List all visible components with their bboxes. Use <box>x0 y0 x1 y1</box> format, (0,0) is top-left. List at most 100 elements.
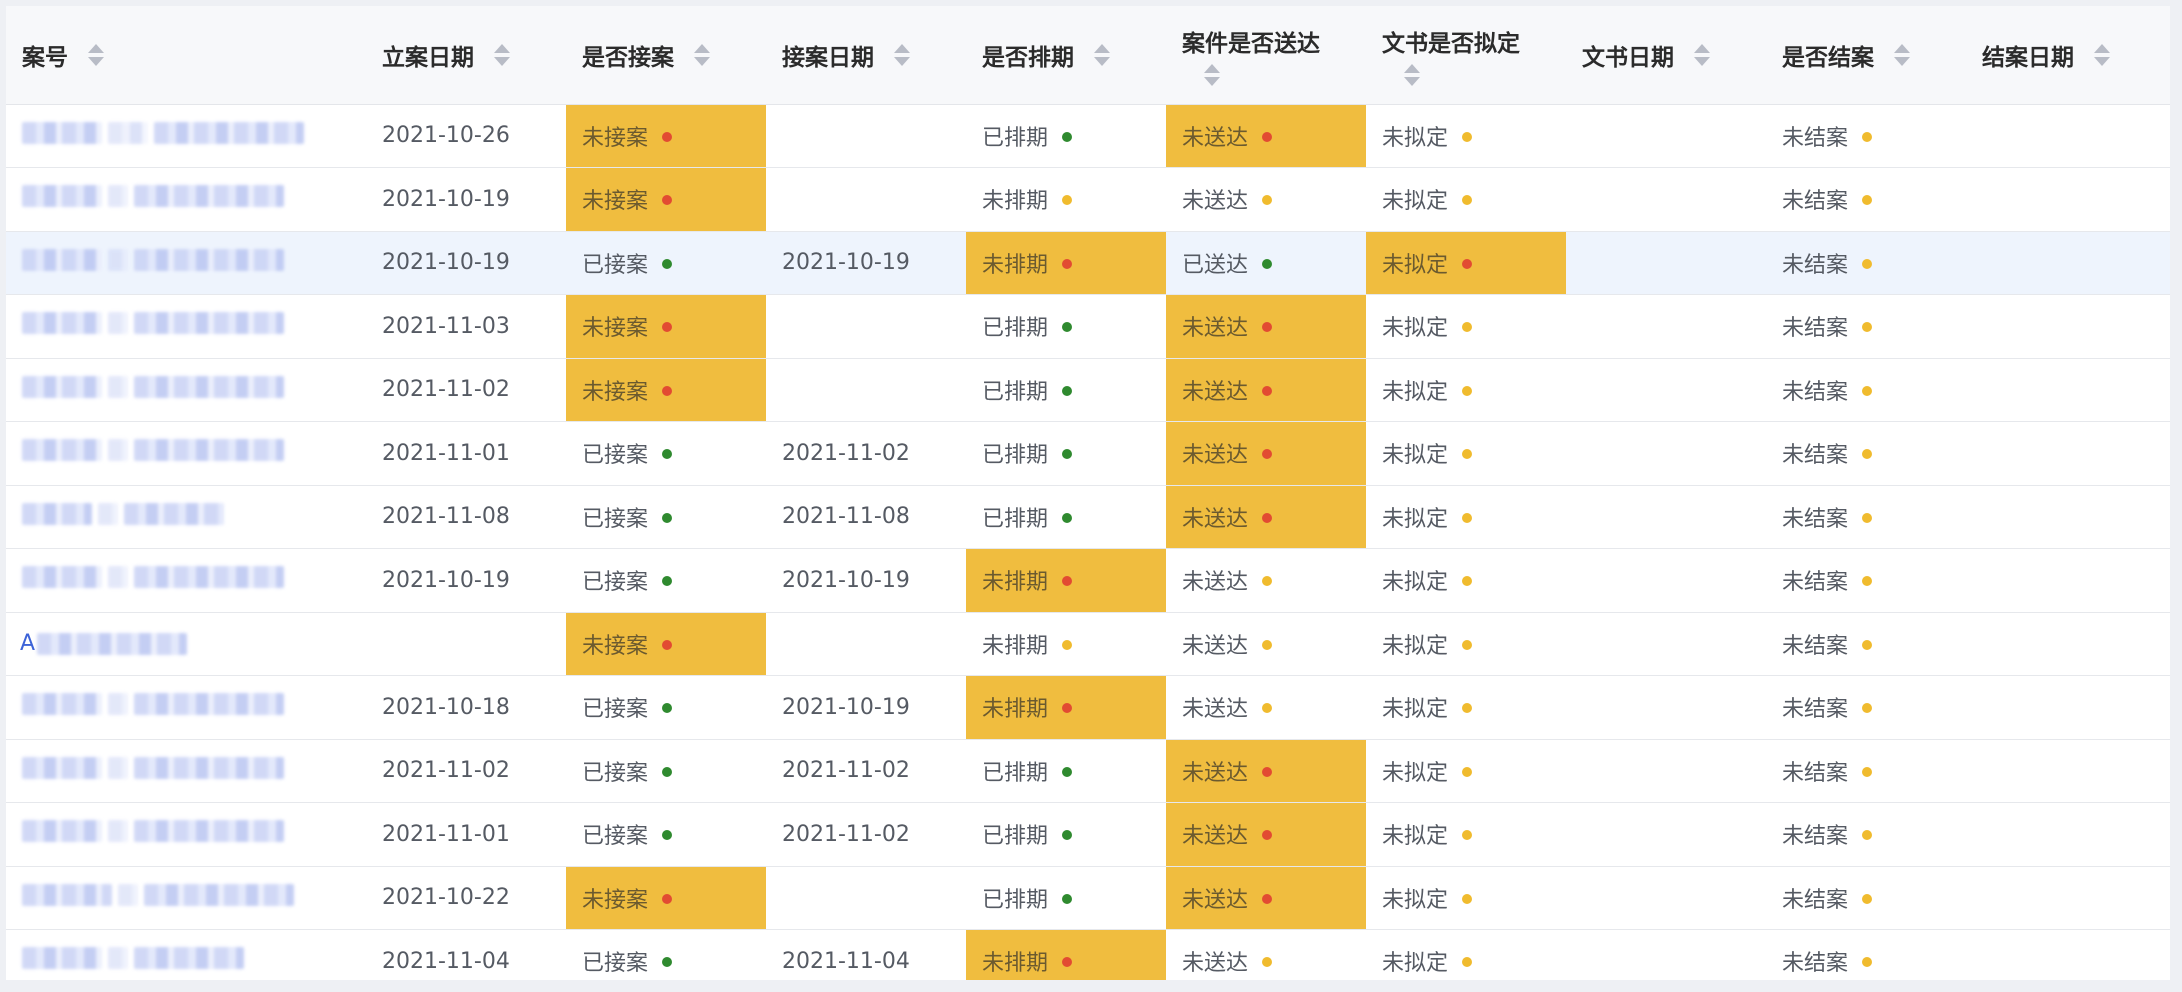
header-accept-date[interactable]: 接案日期 <box>766 6 966 105</box>
case-table: 案号 立案日期 是否接案 接案日期 是否排期 案件是否送达 文书是否拟定 文书日… <box>6 6 2170 980</box>
table-row[interactable]: 2021-11-04 已接案 2021-11-04 未排期 未送达 未拟定 未结案 <box>6 929 2170 980</box>
status-dot-icon <box>1062 385 1073 396</box>
scheduled-cell-text: 已排期 <box>982 887 1049 913</box>
table-row[interactable]: 2021-11-03 未接案 已排期 未送达 未拟定 未结案 <box>6 294 2170 359</box>
header-doc-date[interactable]: 文书日期 <box>1566 6 1766 105</box>
table-row[interactable]: 2021-10-26 未接案 已排期 未送达 未拟定 未结案 <box>6 104 2170 168</box>
drafted-cell: 未拟定 <box>1366 929 1566 980</box>
status-dot-icon <box>1262 195 1273 206</box>
case-no-cell[interactable] <box>6 167 366 232</box>
status-dot-icon <box>662 703 673 714</box>
table-row[interactable]: 2021-11-02 已接案 2021-11-02 已排期 未送达 未拟定 未结案 <box>6 739 2170 803</box>
table-row[interactable]: 2021-10-18 已接案 2021-10-19 未排期 未送达 未拟定 未结案 <box>6 675 2170 740</box>
table-row[interactable]: 2021-11-01 已接案 2021-11-02 已排期 未送达 未拟定 未结案 <box>6 421 2170 486</box>
filing-date-cell: 2021-11-03 <box>366 294 566 359</box>
case-no-cell[interactable]: A <box>6 612 366 676</box>
redacted-case-no[interactable] <box>22 121 304 144</box>
status-dot-icon <box>662 766 673 777</box>
status-dot-icon <box>1062 512 1073 523</box>
doc-date-cell <box>1566 421 1766 486</box>
header-closed[interactable]: 是否结案 <box>1766 6 1966 105</box>
table-row[interactable]: 2021-11-01 已接案 2021-11-02 已排期 未送达 未拟定 未结案 <box>6 802 2170 867</box>
accept-date-cell-text: 2021-10-19 <box>782 250 910 276</box>
closed-cell-text: 未结案 <box>1782 379 1849 405</box>
table-row[interactable]: 2021-11-02 未接案 已排期 未送达 未拟定 未结案 <box>6 358 2170 422</box>
table-row[interactable]: 2021-10-19 已接案 2021-10-19 未排期 未送达 未拟定 未结案 <box>6 548 2170 613</box>
delivered-cell: 未送达 <box>1166 485 1366 549</box>
header-case-no[interactable]: 案号 <box>6 6 366 105</box>
scheduled-cell-text: 未排期 <box>982 570 1049 596</box>
header-close-date[interactable]: 结案日期 <box>1966 6 2170 105</box>
case-no-cell[interactable] <box>6 866 366 930</box>
case-no-cell[interactable] <box>6 929 366 980</box>
redacted-case-no[interactable] <box>22 312 284 335</box>
case-no-cell[interactable] <box>6 231 366 295</box>
sort-icon[interactable] <box>694 43 710 66</box>
case-no-cell[interactable] <box>6 294 366 359</box>
status-dot-icon <box>662 893 673 904</box>
case-no-cell[interactable] <box>6 675 366 740</box>
header-scheduled[interactable]: 是否排期 <box>966 6 1166 105</box>
table-row[interactable]: 2021-10-19 未接案 未排期 未送达 未拟定 未结案 <box>6 167 2170 232</box>
header-filing-date[interactable]: 立案日期 <box>366 6 566 105</box>
accepted-cell-text: 已接案 <box>582 443 649 469</box>
sort-icon[interactable] <box>494 43 510 66</box>
drafted-cell-text: 未拟定 <box>1382 697 1449 723</box>
sort-icon[interactable] <box>88 43 104 66</box>
drafted-cell-text: 未拟定 <box>1382 189 1449 215</box>
filing-date-cell: 2021-11-02 <box>366 739 566 803</box>
case-no-link[interactable]: A <box>20 631 35 656</box>
redacted-case-no[interactable] <box>22 947 244 970</box>
case-no-cell[interactable] <box>6 485 366 549</box>
redacted-case-no[interactable] <box>22 693 284 716</box>
status-dot-icon <box>1462 830 1473 841</box>
redacted-case-no[interactable] <box>22 756 284 779</box>
filing-date-cell-text: 2021-10-19 <box>382 567 510 593</box>
status-dot-icon <box>662 957 673 968</box>
delivered-cell-text: 未送达 <box>1182 570 1249 596</box>
redacted-case-no[interactable] <box>22 375 284 398</box>
status-dot-icon <box>1462 258 1473 269</box>
closed-cell-text: 未结案 <box>1782 125 1849 151</box>
header-drafted[interactable]: 文书是否拟定 <box>1366 6 1566 105</box>
redacted-case-no[interactable] <box>22 502 224 525</box>
sort-icon[interactable] <box>2094 43 2110 66</box>
accept-date-cell: 2021-10-19 <box>766 231 966 295</box>
case-no-cell[interactable] <box>6 358 366 422</box>
scheduled-cell: 已排期 <box>966 294 1166 359</box>
accepted-cell-text: 已接案 <box>582 252 649 278</box>
accepted-cell: 已接案 <box>566 548 766 613</box>
sort-icon[interactable] <box>1694 43 1710 66</box>
case-no-cell[interactable] <box>6 104 366 168</box>
drafted-cell-text: 未拟定 <box>1382 824 1449 850</box>
redacted-case-no[interactable] <box>22 185 284 208</box>
close-date-cell <box>1966 485 2170 549</box>
header-accepted[interactable]: 是否接案 <box>566 6 766 105</box>
drafted-cell: 未拟定 <box>1366 866 1566 930</box>
sort-icon[interactable] <box>1094 43 1110 66</box>
accept-date-cell: 2021-11-02 <box>766 802 966 867</box>
case-no-cell[interactable] <box>6 739 366 803</box>
redacted-case-no[interactable] <box>22 820 284 843</box>
sort-icon[interactable] <box>1204 63 1220 86</box>
case-no-cell[interactable] <box>6 421 366 486</box>
accepted-cell: 未接案 <box>566 294 766 359</box>
case-no-cell[interactable] <box>6 548 366 613</box>
accept-date-cell <box>766 866 966 930</box>
sort-icon[interactable] <box>1404 63 1420 86</box>
table-row[interactable]: 2021-10-22 未接案 已排期 未送达 未拟定 未结案 <box>6 866 2170 930</box>
redacted-case-no[interactable] <box>22 439 284 462</box>
case-no-cell[interactable] <box>6 802 366 867</box>
table-row[interactable]: 2021-11-08 已接案 2021-11-08 已排期 未送达 未拟定 未结案 <box>6 485 2170 549</box>
accepted-cell: 未接案 <box>566 358 766 422</box>
redacted-case-no[interactable] <box>22 566 284 589</box>
status-dot-icon <box>1462 449 1473 460</box>
sort-icon[interactable] <box>894 43 910 66</box>
redacted-case-no[interactable] <box>22 248 284 271</box>
table-row[interactable]: 2021-10-19 已接案 2021-10-19 未排期 已送达 未拟定 未结案 <box>6 231 2170 295</box>
table-row[interactable]: A 未接案 未排期 未送达 未拟定 未结案 <box>6 612 2170 676</box>
header-delivered[interactable]: 案件是否送达 <box>1166 6 1366 105</box>
sort-icon[interactable] <box>1894 43 1910 66</box>
redacted-case-no[interactable] <box>22 883 294 906</box>
status-dot-icon <box>1262 639 1273 650</box>
